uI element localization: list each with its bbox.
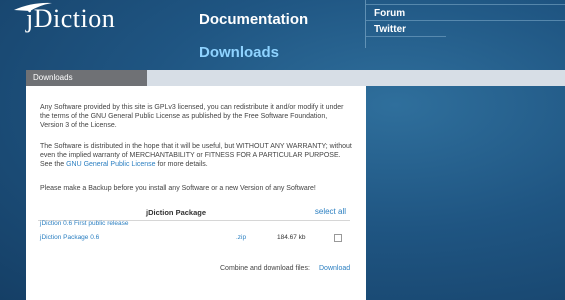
tab-downloads[interactable]: Downloads: [26, 70, 147, 86]
side-link-forum[interactable]: Forum: [374, 8, 405, 19]
license-paragraph: Any Software provided by this site is GP…: [40, 104, 344, 129]
nav-downloads[interactable]: Downloads: [199, 44, 279, 61]
combine-label: Combine and download files:: [220, 265, 310, 272]
side-link-divider: [366, 4, 565, 5]
side-link-divider: [366, 20, 565, 21]
side-link-divider: [366, 36, 446, 37]
site-logo[interactable]: jDiction: [26, 4, 115, 34]
nav-divider: [365, 0, 366, 48]
select-all-link[interactable]: select all: [315, 207, 346, 216]
nav-documentation[interactable]: Documentation: [199, 11, 308, 28]
downloads-panel: Any Software provided by this site is GP…: [26, 86, 366, 300]
backup-warning: Please make a Backup before you install …: [40, 185, 316, 192]
file-ext-link[interactable]: .zip: [236, 234, 246, 241]
side-link-twitter[interactable]: Twitter: [374, 24, 406, 35]
file-name-link[interactable]: jDiction Package 0.6: [40, 234, 99, 241]
package-title: jDiction Package: [146, 208, 207, 217]
warranty-text-end: for more details.: [155, 161, 208, 168]
file-size: 184.67 kb: [277, 234, 306, 241]
release-title[interactable]: jDiction 0.6 First public release: [40, 220, 129, 227]
download-link[interactable]: Download: [319, 265, 350, 272]
file-select-checkbox[interactable]: [334, 234, 342, 242]
gpl-link[interactable]: GNU General Public License: [66, 161, 156, 168]
warranty-paragraph: The Software is distributed in the hope …: [40, 142, 352, 169]
table-row: jDiction Package 0.6 .zip 184.67 kb: [38, 234, 350, 244]
